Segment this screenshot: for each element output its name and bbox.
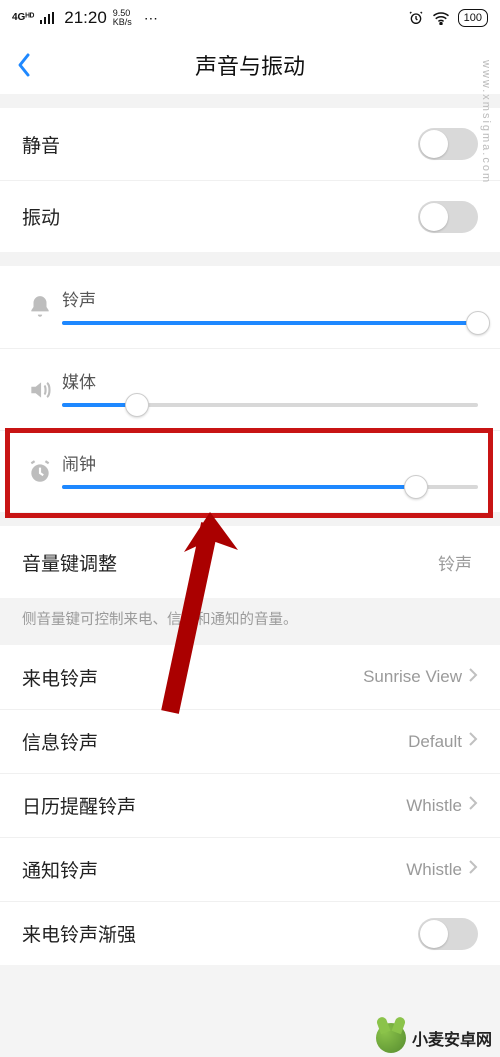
slider-row-ringtone: 铃声 <box>0 266 500 348</box>
header: 声音与振动 <box>0 36 500 94</box>
ascending-toggle[interactable] <box>418 918 478 950</box>
bell-icon <box>18 294 62 320</box>
message-ringtone-value: Default <box>408 732 462 752</box>
row-ascending[interactable]: 来电铃声渐强 <box>0 901 500 965</box>
speaker-icon <box>18 377 62 403</box>
calendar-ringtone-label: 日历提醒铃声 <box>22 792 406 819</box>
vibrate-label: 振动 <box>22 203 418 230</box>
incoming-ringtone-label: 来电铃声 <box>22 664 363 691</box>
calendar-ringtone-value: Whistle <box>406 796 462 816</box>
watermark-brand: 小麦安卓网 <box>376 1023 492 1053</box>
media-slider[interactable] <box>62 403 478 407</box>
ringtone-slider-label: 铃声 <box>62 286 478 311</box>
row-calendar-ringtone[interactable]: 日历提醒铃声 Whistle <box>0 773 500 837</box>
row-message-ringtone[interactable]: 信息铃声 Default <box>0 709 500 773</box>
incoming-ringtone-value: Sunrise View <box>363 667 462 687</box>
vibrate-toggle[interactable] <box>418 201 478 233</box>
watermark-logo-icon <box>376 1023 406 1053</box>
mute-label: 静音 <box>22 131 418 158</box>
back-button[interactable] <box>0 36 48 94</box>
page-title: 声音与振动 <box>0 49 500 81</box>
watermark-brand-text: 小麦安卓网 <box>412 1026 492 1050</box>
notify-ringtone-label: 通知铃声 <box>22 856 406 883</box>
row-incoming-ringtone[interactable]: 来电铃声 Sunrise View <box>0 645 500 709</box>
battery-indicator: 100 <box>458 9 488 27</box>
status-bar: 4Gᴴᴰ 21:20 9.50 KB/s ⋯ 100 <box>0 0 500 36</box>
chevron-right-icon <box>468 795 478 816</box>
slider-row-media: 媒体 <box>0 348 500 430</box>
notify-ringtone-value: Whistle <box>406 860 462 880</box>
chevron-right-icon <box>468 667 478 688</box>
more-icon: ⋯ <box>144 10 160 27</box>
alarm-icon <box>18 459 62 485</box>
slider-row-alarm: 闹钟 <box>0 430 500 512</box>
mute-toggle[interactable] <box>418 128 478 160</box>
wifi-icon <box>432 11 450 25</box>
alarm-slider-label: 闹钟 <box>62 450 478 475</box>
signal-icon <box>40 12 54 24</box>
message-ringtone-label: 信息铃声 <box>22 728 408 755</box>
volume-key-label: 音量键调整 <box>22 549 438 576</box>
row-volume-key[interactable]: 音量键调整 铃声 <box>0 526 500 598</box>
watermark-url: www.xmsigma.com <box>480 60 492 184</box>
volume-key-desc: 侧音量键可控制来电、信息和通知的音量。 <box>0 598 500 645</box>
alarm-status-icon <box>408 10 424 26</box>
row-notify-ringtone[interactable]: 通知铃声 Whistle <box>0 837 500 901</box>
row-mute[interactable]: 静音 <box>0 108 500 180</box>
network-indicator: 4Gᴴᴰ <box>12 13 34 23</box>
alarm-slider[interactable] <box>62 485 478 489</box>
ringtone-slider[interactable] <box>62 321 478 325</box>
ascending-label: 来电铃声渐强 <box>22 920 418 947</box>
media-slider-label: 媒体 <box>62 368 478 393</box>
row-vibrate[interactable]: 振动 <box>0 180 500 252</box>
clock-time: 21:20 <box>64 8 107 28</box>
data-speed: 9.50 KB/s <box>113 9 132 27</box>
chevron-right-icon <box>468 731 478 752</box>
chevron-right-icon <box>468 859 478 880</box>
volume-key-value: 铃声 <box>438 550 472 575</box>
